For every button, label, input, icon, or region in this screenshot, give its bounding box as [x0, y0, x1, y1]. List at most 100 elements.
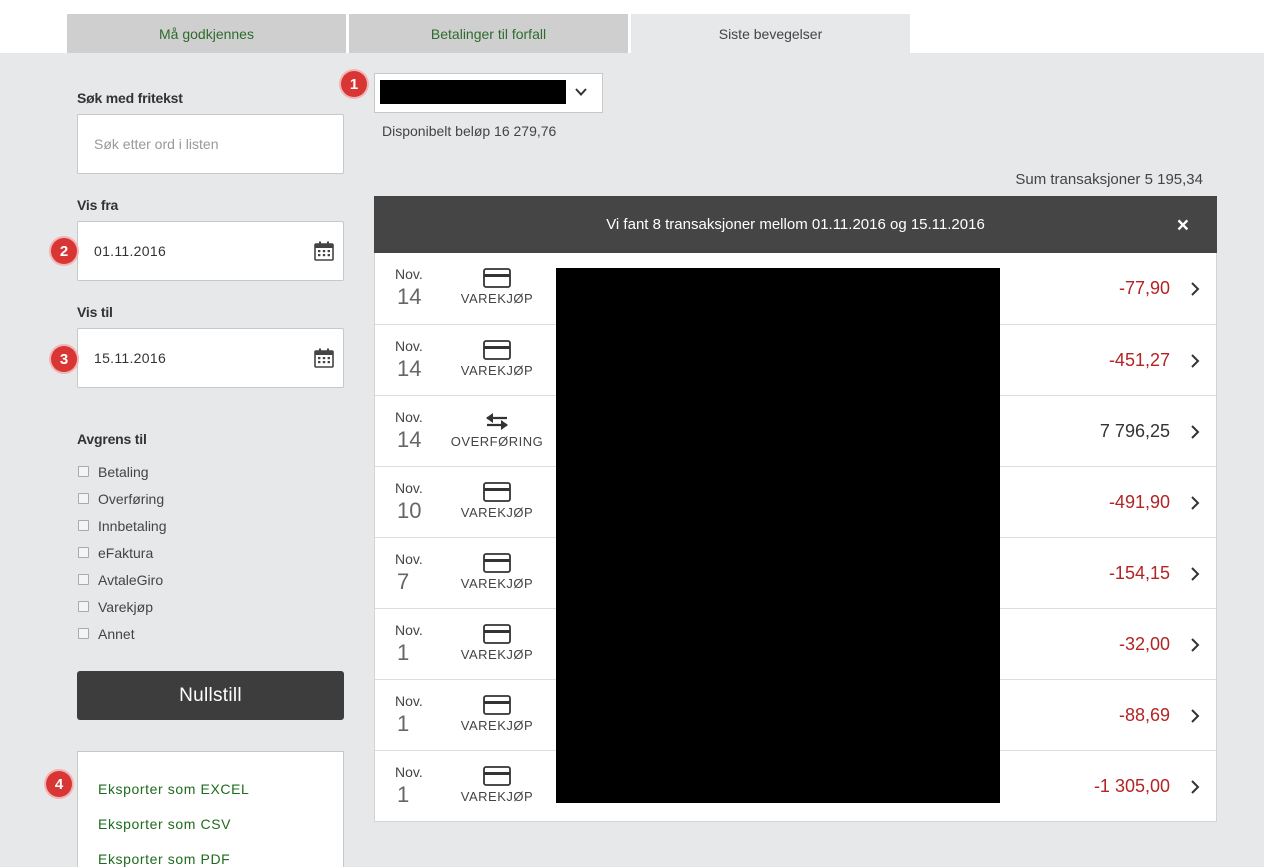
checkbox[interactable]	[78, 466, 89, 477]
checkbox[interactable]	[78, 493, 89, 504]
tab-siste-bevegelser[interactable]: Siste bevegelser	[631, 14, 910, 53]
reset-button[interactable]: Nullstill	[77, 671, 344, 720]
search-input[interactable]	[94, 136, 314, 152]
available-balance: Disponibelt beløp 16 279,76	[382, 123, 557, 139]
results-banner: Vi fant 8 transaksjoner mellom 01.11.201…	[374, 196, 1217, 253]
filter-efaktura[interactable]: eFaktura	[77, 539, 167, 566]
chevron-right-icon[interactable]	[1190, 353, 1200, 369]
tx-month: Nov.	[395, 266, 423, 282]
tx-amount: -77,90	[1118, 278, 1170, 298]
to-date-value: 15.11.2016	[94, 350, 167, 366]
filter-overforing[interactable]: Overføring	[77, 485, 167, 512]
chevron-down-icon	[575, 88, 587, 96]
tx-day: 1	[397, 640, 410, 665]
card-icon	[483, 766, 511, 786]
tx-amount: -32,00	[1118, 634, 1170, 654]
checkbox[interactable]	[78, 601, 89, 612]
tab-betalinger-til-forfall[interactable]: Betalinger til forfall	[349, 14, 628, 53]
tx-type: VAREKJØP	[460, 576, 534, 591]
annotation-marker-4: 4	[46, 771, 72, 797]
from-date-label: Vis fra	[77, 197, 119, 213]
filter-innbetaling[interactable]: Innbetaling	[77, 512, 167, 539]
checkbox[interactable]	[78, 628, 89, 639]
tx-day: 14	[397, 284, 422, 309]
filter-varekjop[interactable]: Varekjøp	[77, 593, 167, 620]
chevron-right-icon[interactable]	[1190, 424, 1200, 440]
card-icon	[483, 553, 511, 573]
checkbox[interactable]	[78, 520, 89, 531]
tx-amount: -88,69	[1118, 705, 1170, 725]
tx-type: OVERFØRING	[450, 434, 544, 449]
tx-type: VAREKJØP	[460, 789, 534, 804]
filter-label: eFaktura	[98, 544, 154, 561]
chevron-right-icon[interactable]	[1190, 779, 1200, 795]
filter-label: AvtaleGiro	[98, 571, 164, 588]
tx-day: 1	[397, 782, 410, 807]
tx-month: Nov.	[395, 622, 423, 638]
filter-annet[interactable]: Annet	[77, 620, 167, 647]
tx-amount: -154,15	[1108, 563, 1170, 583]
tx-month: Nov.	[395, 551, 423, 567]
tx-day: 10	[397, 498, 422, 523]
tx-type: VAREKJØP	[460, 363, 534, 378]
filter-label: Varekjøp	[98, 598, 153, 615]
chevron-right-icon[interactable]	[1190, 637, 1200, 653]
card-icon	[483, 695, 511, 715]
filter-list: Betaling Overføring Innbetaling eFaktura…	[77, 458, 167, 647]
tx-month: Nov.	[395, 764, 423, 780]
tx-day: 7	[397, 569, 410, 594]
export-panel: Eksporter som EXCEL Eksporter som CSV Ek…	[77, 751, 344, 867]
tx-day: 14	[397, 427, 422, 452]
filter-betaling[interactable]: Betaling	[77, 458, 167, 485]
tx-month: Nov.	[395, 480, 423, 496]
filter-avtalegiro[interactable]: AvtaleGiro	[77, 566, 167, 593]
export-pdf-link[interactable]: Eksporter som PDF	[98, 851, 230, 867]
checkbox[interactable]	[78, 574, 89, 585]
to-date-field[interactable]: 15.11.2016	[77, 328, 344, 388]
tab-ma-godkjennes[interactable]: Må godkjennes	[67, 14, 346, 53]
card-icon	[483, 482, 511, 502]
tx-amount: -491,90	[1108, 492, 1170, 512]
tx-type: VAREKJØP	[460, 647, 534, 662]
tx-month: Nov.	[395, 693, 423, 709]
export-excel-link[interactable]: Eksporter som EXCEL	[98, 781, 249, 797]
from-date-value: 01.11.2016	[94, 243, 167, 259]
tx-day: 14	[397, 356, 422, 381]
tx-type: VAREKJØP	[460, 291, 534, 306]
to-date-label: Vis til	[77, 304, 113, 320]
filter-label: Innbetaling	[98, 517, 167, 534]
chevron-right-icon[interactable]	[1190, 708, 1200, 724]
export-csv-link[interactable]: Eksporter som CSV	[98, 816, 231, 832]
card-icon	[483, 624, 511, 644]
close-icon[interactable]: ×	[1177, 214, 1189, 238]
tx-month: Nov.	[395, 409, 423, 425]
tx-month: Nov.	[395, 338, 423, 354]
annotation-marker-2: 2	[51, 238, 77, 264]
transfer-icon	[486, 413, 508, 430]
account-select[interactable]	[374, 73, 603, 113]
filter-label: Betaling	[98, 463, 149, 480]
filter-label: Annet	[98, 625, 135, 642]
filter-title: Avgrens til	[77, 431, 147, 447]
chevron-right-icon[interactable]	[1190, 566, 1200, 582]
chevron-right-icon[interactable]	[1190, 281, 1200, 297]
results-text: Vi fant 8 transaksjoner mellom 01.11.201…	[606, 216, 985, 233]
filter-label: Overføring	[98, 490, 165, 507]
search-label: Søk med fritekst	[77, 90, 183, 106]
calendar-icon[interactable]	[314, 241, 334, 261]
search-field[interactable]	[77, 114, 344, 174]
tx-amount: -1 305,00	[1093, 776, 1170, 796]
redacted-account-name	[380, 80, 566, 104]
from-date-field[interactable]: 01.11.2016	[77, 221, 344, 281]
tx-amount: -451,27	[1108, 350, 1170, 370]
annotation-marker-3: 3	[51, 346, 77, 372]
transactions-sum: Sum transaksjoner 5 195,34	[1015, 171, 1203, 188]
checkbox[interactable]	[78, 547, 89, 558]
calendar-icon[interactable]	[314, 348, 334, 368]
card-icon	[483, 268, 511, 288]
tx-amount: 7 796,25	[1099, 421, 1170, 441]
tx-type: VAREKJØP	[460, 718, 534, 733]
annotation-marker-1: 1	[341, 71, 367, 97]
chevron-right-icon[interactable]	[1190, 495, 1200, 511]
tx-day: 1	[397, 711, 410, 736]
